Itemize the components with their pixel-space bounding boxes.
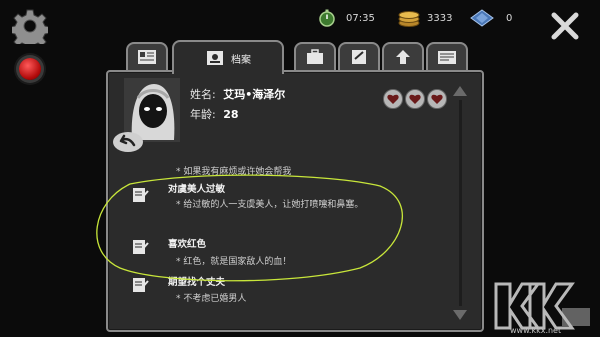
stopwatch-icon — [319, 9, 335, 27]
gems-text: 0 — [506, 12, 513, 24]
settings-gear-icon[interactable] — [12, 8, 48, 44]
annotation-loop — [96, 174, 403, 282]
hud-timer: 07:35 — [318, 9, 375, 27]
tab-briefcase[interactable] — [294, 42, 336, 70]
timer-text: 07:35 — [346, 12, 375, 24]
age-row: 年龄: 28 — [190, 106, 239, 122]
heart-icon — [427, 89, 447, 109]
name-row: 姓名: 艾玛•海泽尔 — [190, 86, 285, 102]
watermark-logo — [494, 282, 590, 330]
watermark-url: www.kkx.net — [510, 326, 562, 335]
tab-upgrade[interactable] — [382, 42, 424, 70]
record-button[interactable] — [19, 58, 41, 80]
back-arrow-icon[interactable] — [112, 130, 144, 154]
scrollbar-track[interactable] — [459, 100, 462, 306]
close-icon[interactable] — [548, 9, 582, 43]
name-value: 艾玛•海泽尔 — [223, 88, 286, 101]
tab-journal[interactable] — [126, 42, 168, 70]
hud-gems: 0 — [470, 9, 512, 27]
name-label: 姓名: — [190, 88, 216, 101]
newspaper-icon — [438, 51, 456, 64]
coins-text: 3333 — [427, 12, 453, 24]
age-label: 年龄: — [190, 108, 216, 121]
briefcase-icon — [307, 49, 323, 64]
upgrade-arrow-icon — [396, 50, 410, 64]
coin-stack-icon — [398, 11, 420, 27]
tab-newspaper[interactable] — [426, 42, 468, 70]
journal-icon — [138, 50, 156, 64]
relationship-hearts — [383, 89, 447, 109]
scroll-up-icon[interactable] — [453, 86, 467, 96]
gem-icon — [470, 9, 494, 27]
topic-bullet: * 不考虑已婚男人 — [176, 294, 247, 304]
heart-icon — [405, 89, 425, 109]
archive-icon — [207, 51, 223, 65]
tab-archive[interactable]: 档案 — [172, 40, 284, 74]
scroll-down-icon[interactable] — [453, 310, 467, 320]
hud-coins: 3333 — [397, 9, 452, 27]
tab-archive-label: 档案 — [231, 54, 251, 66]
heart-icon — [383, 89, 403, 109]
tab-document[interactable] — [338, 42, 380, 70]
age-value: 28 — [223, 108, 239, 121]
document-pen-icon — [352, 50, 366, 64]
